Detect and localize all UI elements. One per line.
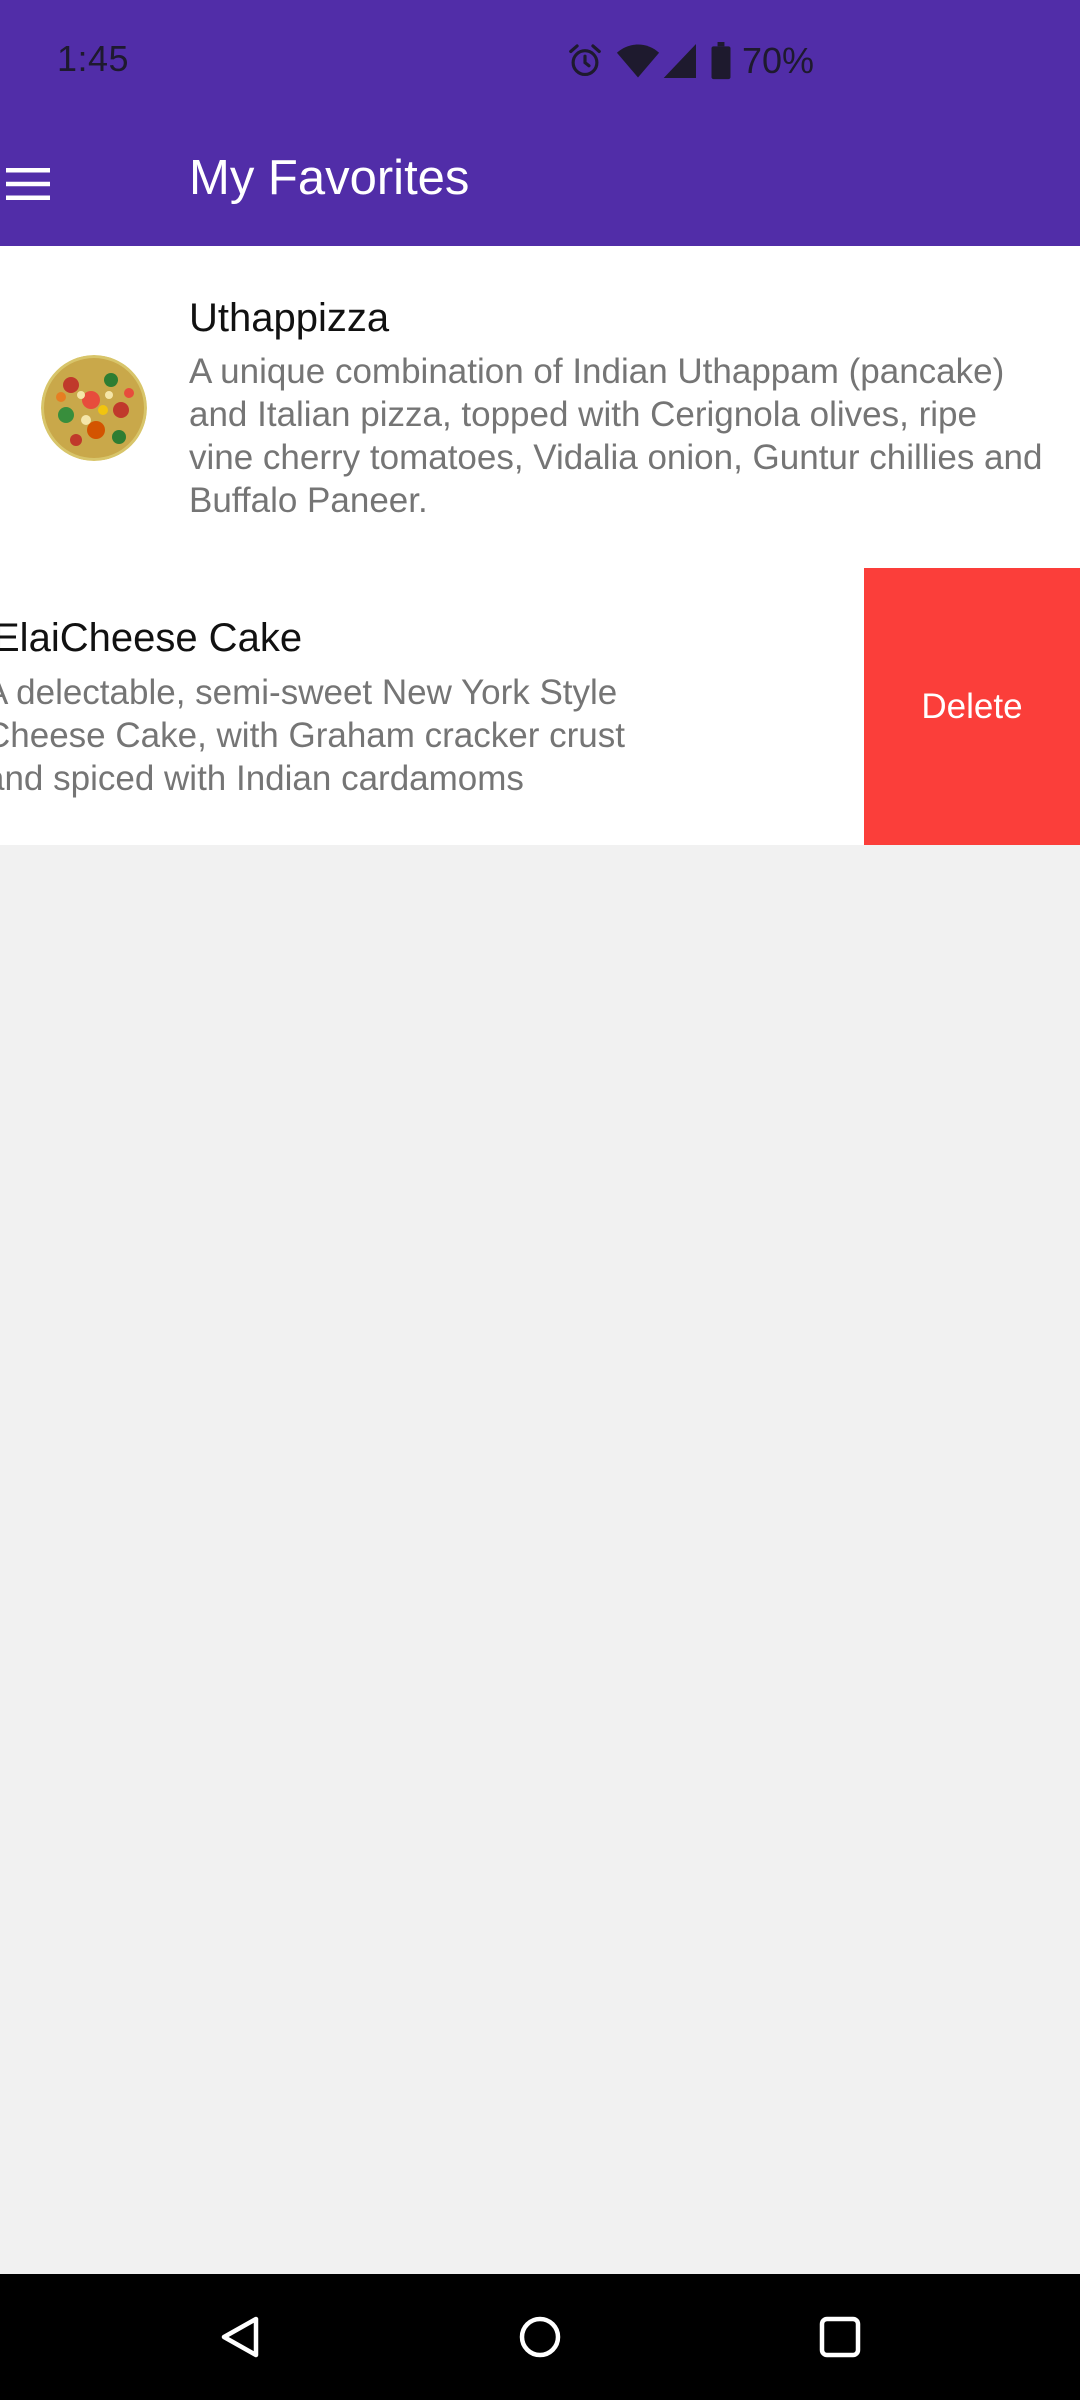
battery-icon [711, 42, 731, 80]
item-title: Uthappizza [189, 296, 390, 340]
screen: 1:45 70% My Favorites Uthappizza A uniqu… [0, 0, 1080, 2400]
recents-icon [819, 2316, 861, 2358]
delete-label: Delete [921, 686, 1023, 726]
status-icons: 70% [566, 38, 814, 84]
home-icon [519, 2316, 561, 2358]
status-time: 1:45 [57, 38, 130, 79]
swiped-list-item[interactable]: ElaiCheese Cake A delectable, semi-sweet… [0, 568, 1080, 845]
item-title: ElaiCheese Cake [0, 616, 303, 660]
app-bar: My Favorites [0, 122, 1080, 246]
item-description: A delectable, semi-sweet New York Style … [0, 673, 625, 798]
hamburger-menu-icon [6, 168, 50, 200]
favorites-list: Uthappizza A unique combination of India… [0, 246, 1080, 845]
back-icon [221, 2316, 259, 2358]
pizza-thumbnail [41, 355, 147, 461]
list-item[interactable]: Uthappizza A unique combination of India… [0, 246, 1080, 568]
wifi-icon [616, 44, 660, 78]
delete-button[interactable]: Delete [864, 568, 1080, 845]
home-button[interactable] [507, 2304, 573, 2370]
item-description: A unique combination of Indian Uthappam … [189, 352, 1043, 520]
page-title: My Favorites [189, 151, 470, 205]
menu-button[interactable] [0, 144, 70, 224]
navigation-bar [0, 2274, 1080, 2400]
status-bar: 1:45 70% [0, 0, 1080, 122]
list-item-content[interactable]: ElaiCheese Cake A delectable, semi-sweet… [0, 568, 865, 845]
battery-percentage: 70% [742, 40, 815, 81]
alarm-icon [569, 44, 601, 77]
back-button[interactable] [207, 2304, 273, 2370]
recents-button[interactable] [807, 2304, 873, 2370]
header: 1:45 70% My Favorites [0, 0, 1080, 246]
signal-icon [663, 44, 696, 78]
